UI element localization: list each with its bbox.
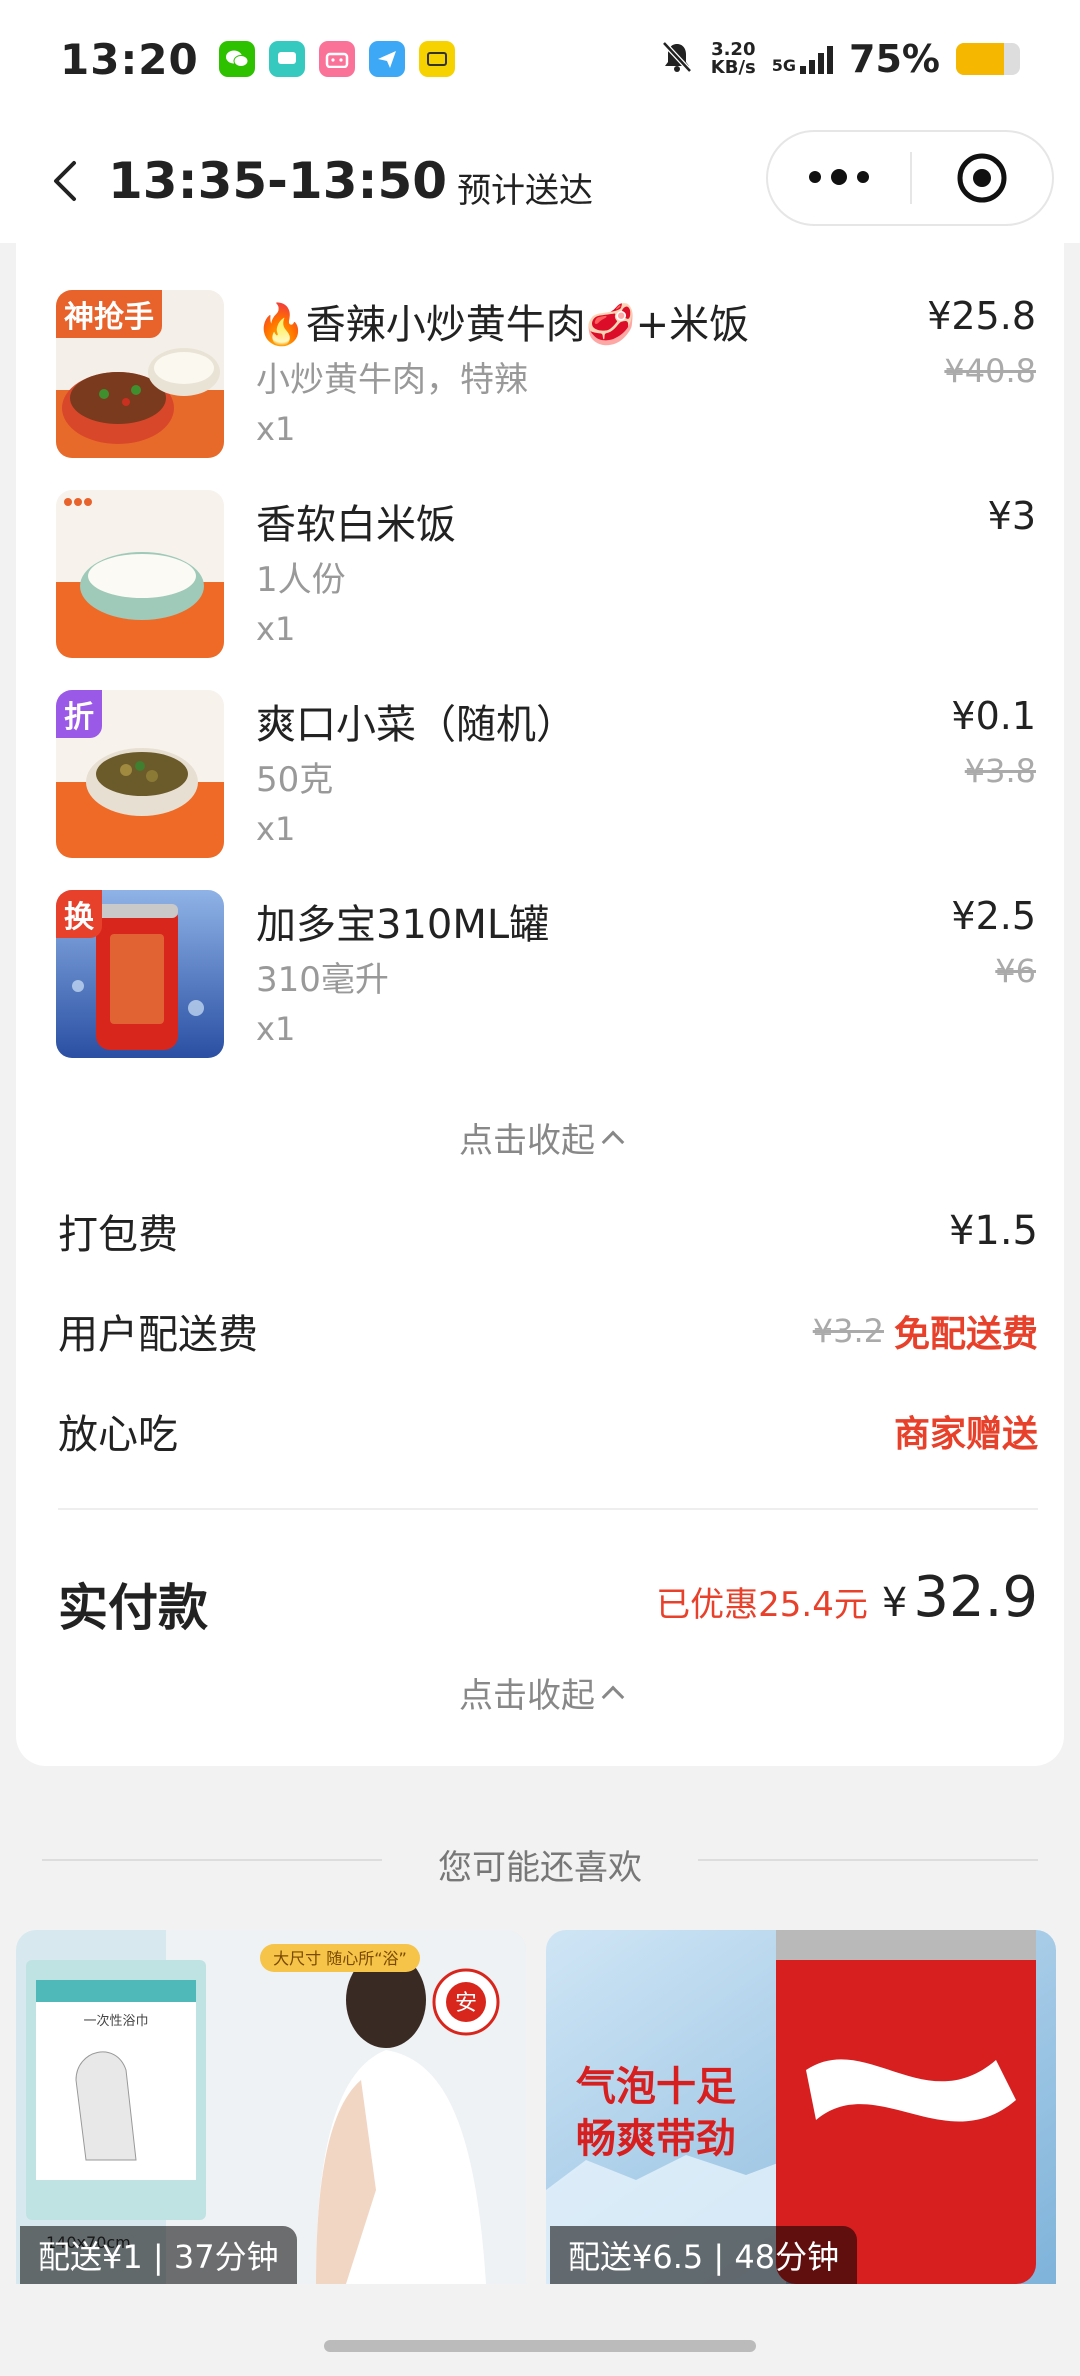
item-badge: 折 xyxy=(56,690,102,738)
order-item[interactable]: 折 爽口小菜（随机） 50克 x1 ¥0.1 ¥3.8 xyxy=(56,690,1036,860)
svg-text:安: 安 xyxy=(455,1991,477,2016)
more-options-icon[interactable] xyxy=(768,169,910,185)
item-image: 神抢手 xyxy=(56,290,224,458)
total-discount: 已优惠25.4元 xyxy=(656,1585,868,1625)
network-type: 5G xyxy=(771,56,797,75)
item-spec: 50克 xyxy=(256,760,334,800)
divider xyxy=(58,1508,1038,1510)
slogan-line-1: 气泡十足 xyxy=(576,2064,736,2110)
battery-percent: 75% xyxy=(849,37,940,81)
signal-bars-icon xyxy=(800,44,834,74)
status-app-icons xyxy=(218,41,455,77)
recommend-card[interactable]: 大尺寸 随心所“浴” 一次性浴巾 安 140x70cm 配送¥1 | 37分钟 xyxy=(16,1930,526,2284)
mute-bell-icon xyxy=(659,39,695,79)
recommend-title: 您可能还喜欢 xyxy=(438,1848,642,1888)
item-price: ¥25.8 xyxy=(927,294,1036,338)
item-quantity: x1 xyxy=(256,610,296,648)
item-badge: 换 xyxy=(56,890,102,938)
currency-symbol: ¥ xyxy=(881,1580,908,1626)
order-item[interactable]: 换 加多宝310ML罐 310毫升 x1 ¥2.5 ¥6 xyxy=(56,890,1036,1060)
paper-plane-icon xyxy=(368,41,405,77)
total-amount: ¥32.9 xyxy=(882,1565,1038,1630)
fee-row-delivery: 用户配送费 ¥3.2 免配送费 xyxy=(58,1301,1038,1361)
item-price: ¥3 xyxy=(987,494,1036,538)
card-caption: 大尺寸 随心所“浴” xyxy=(273,1949,407,1968)
bilibili-icon xyxy=(318,41,355,77)
back-arrow-icon[interactable] xyxy=(52,156,92,206)
home-indicator[interactable] xyxy=(324,2340,756,2352)
item-image xyxy=(56,490,224,658)
fee-row-assurance: 放心吃 商家赠送 xyxy=(58,1401,1038,1461)
item-original-price: ¥3.8 xyxy=(964,752,1036,790)
close-target-icon[interactable] xyxy=(912,150,1052,206)
total-amount-group: 已优惠25.4元 ¥32.9 xyxy=(656,1565,1038,1630)
page-header: 13:35-13:50 预计送达 xyxy=(0,118,1080,243)
chat-bubble-icon xyxy=(268,41,305,77)
item-original-price: ¥6 xyxy=(995,952,1036,990)
item-badge: 神抢手 xyxy=(56,290,162,338)
total-label: 实付款 xyxy=(58,1579,208,1637)
delivery-subtitle: 预计送达 xyxy=(457,171,594,211)
item-name: 🔥香辣小炒黄牛肉🥩+米饭 xyxy=(256,302,750,348)
item-image: 折 xyxy=(56,690,224,858)
collapse-items-button[interactable]: 点击收起 xyxy=(16,1113,1064,1162)
app-icon xyxy=(418,41,455,77)
item-price: ¥2.5 xyxy=(951,894,1036,938)
item-spec: 1人份 xyxy=(256,560,346,600)
item-spec: 310毫升 xyxy=(256,960,389,1000)
chevron-up-icon xyxy=(601,1130,625,1154)
status-indicators: 3.20 KB/s 5G 75% xyxy=(659,37,1020,81)
fee-label: 用户配送费 xyxy=(58,1312,258,1358)
item-quantity: x1 xyxy=(256,1010,296,1048)
item-spec: 小炒黄牛肉，特辣 xyxy=(256,360,528,400)
battery-level xyxy=(956,43,1004,75)
item-quantity: x1 xyxy=(256,410,296,448)
slogan-line-2: 畅爽带劲 xyxy=(576,2116,736,2162)
collapse-label: 点击收起 xyxy=(459,1121,595,1161)
order-detail-card: 神抢手 🔥香辣小炒黄牛肉🥩+米饭 小炒黄牛肉，特辣 x1 ¥25.8 ¥40.8… xyxy=(16,243,1064,1766)
chevron-up-icon xyxy=(601,1685,625,1709)
status-bar: 13:20 3.20 KB/s 5G 75% xyxy=(0,0,1080,118)
collapse-summary-button[interactable]: 点击收起 xyxy=(16,1668,1064,1717)
network-speed-unit: KB/s xyxy=(710,57,756,78)
fee-original: ¥3.2 xyxy=(812,1312,884,1350)
item-image: 换 xyxy=(56,890,224,1058)
item-name: 加多宝310ML罐 xyxy=(256,902,550,948)
delivery-info-tag: 配送¥1 | 37分钟 xyxy=(20,2226,297,2284)
status-time: 13:20 xyxy=(60,34,199,84)
fee-value: 商家赠送 xyxy=(893,1414,1038,1455)
item-name: 香软白米饭 xyxy=(256,502,456,548)
fee-row-packing: 打包费 ¥1.5 xyxy=(58,1201,1038,1261)
fee-value: 免配送费 xyxy=(893,1314,1038,1355)
delivery-time: 13:35-13:50 xyxy=(108,151,448,210)
battery-icon xyxy=(956,43,1020,75)
collapse-label: 点击收起 xyxy=(459,1676,595,1716)
fee-label: 打包费 xyxy=(58,1212,178,1258)
wechat-icon xyxy=(218,41,255,77)
fee-value: ¥1.5 xyxy=(948,1208,1038,1254)
item-price: ¥0.1 xyxy=(951,694,1036,738)
miniprogram-capsule xyxy=(766,130,1054,226)
fee-label: 放心吃 xyxy=(58,1412,178,1458)
total-amount-value: 32.9 xyxy=(913,1565,1038,1630)
product-name: 一次性浴巾 xyxy=(83,2013,148,2029)
cellular-signal: 5G xyxy=(771,44,834,75)
order-item[interactable]: 神抢手 🔥香辣小炒黄牛肉🥩+米饭 小炒黄牛肉，特辣 x1 ¥25.8 ¥40.8 xyxy=(56,290,1036,460)
item-original-price: ¥40.8 xyxy=(944,352,1036,390)
network-speed: 3.20 KB/s xyxy=(711,41,756,77)
item-quantity: x1 xyxy=(256,810,296,848)
delivery-info-tag: 配送¥6.5 | 48分钟 xyxy=(550,2226,858,2284)
item-name: 爽口小菜（随机） xyxy=(256,702,576,748)
order-item[interactable]: 香软白米饭 1人份 x1 ¥3 xyxy=(56,490,1036,660)
recommend-card[interactable]: 气泡十足 畅爽带劲 配送¥6.5 | 48分钟 xyxy=(546,1930,1056,2284)
